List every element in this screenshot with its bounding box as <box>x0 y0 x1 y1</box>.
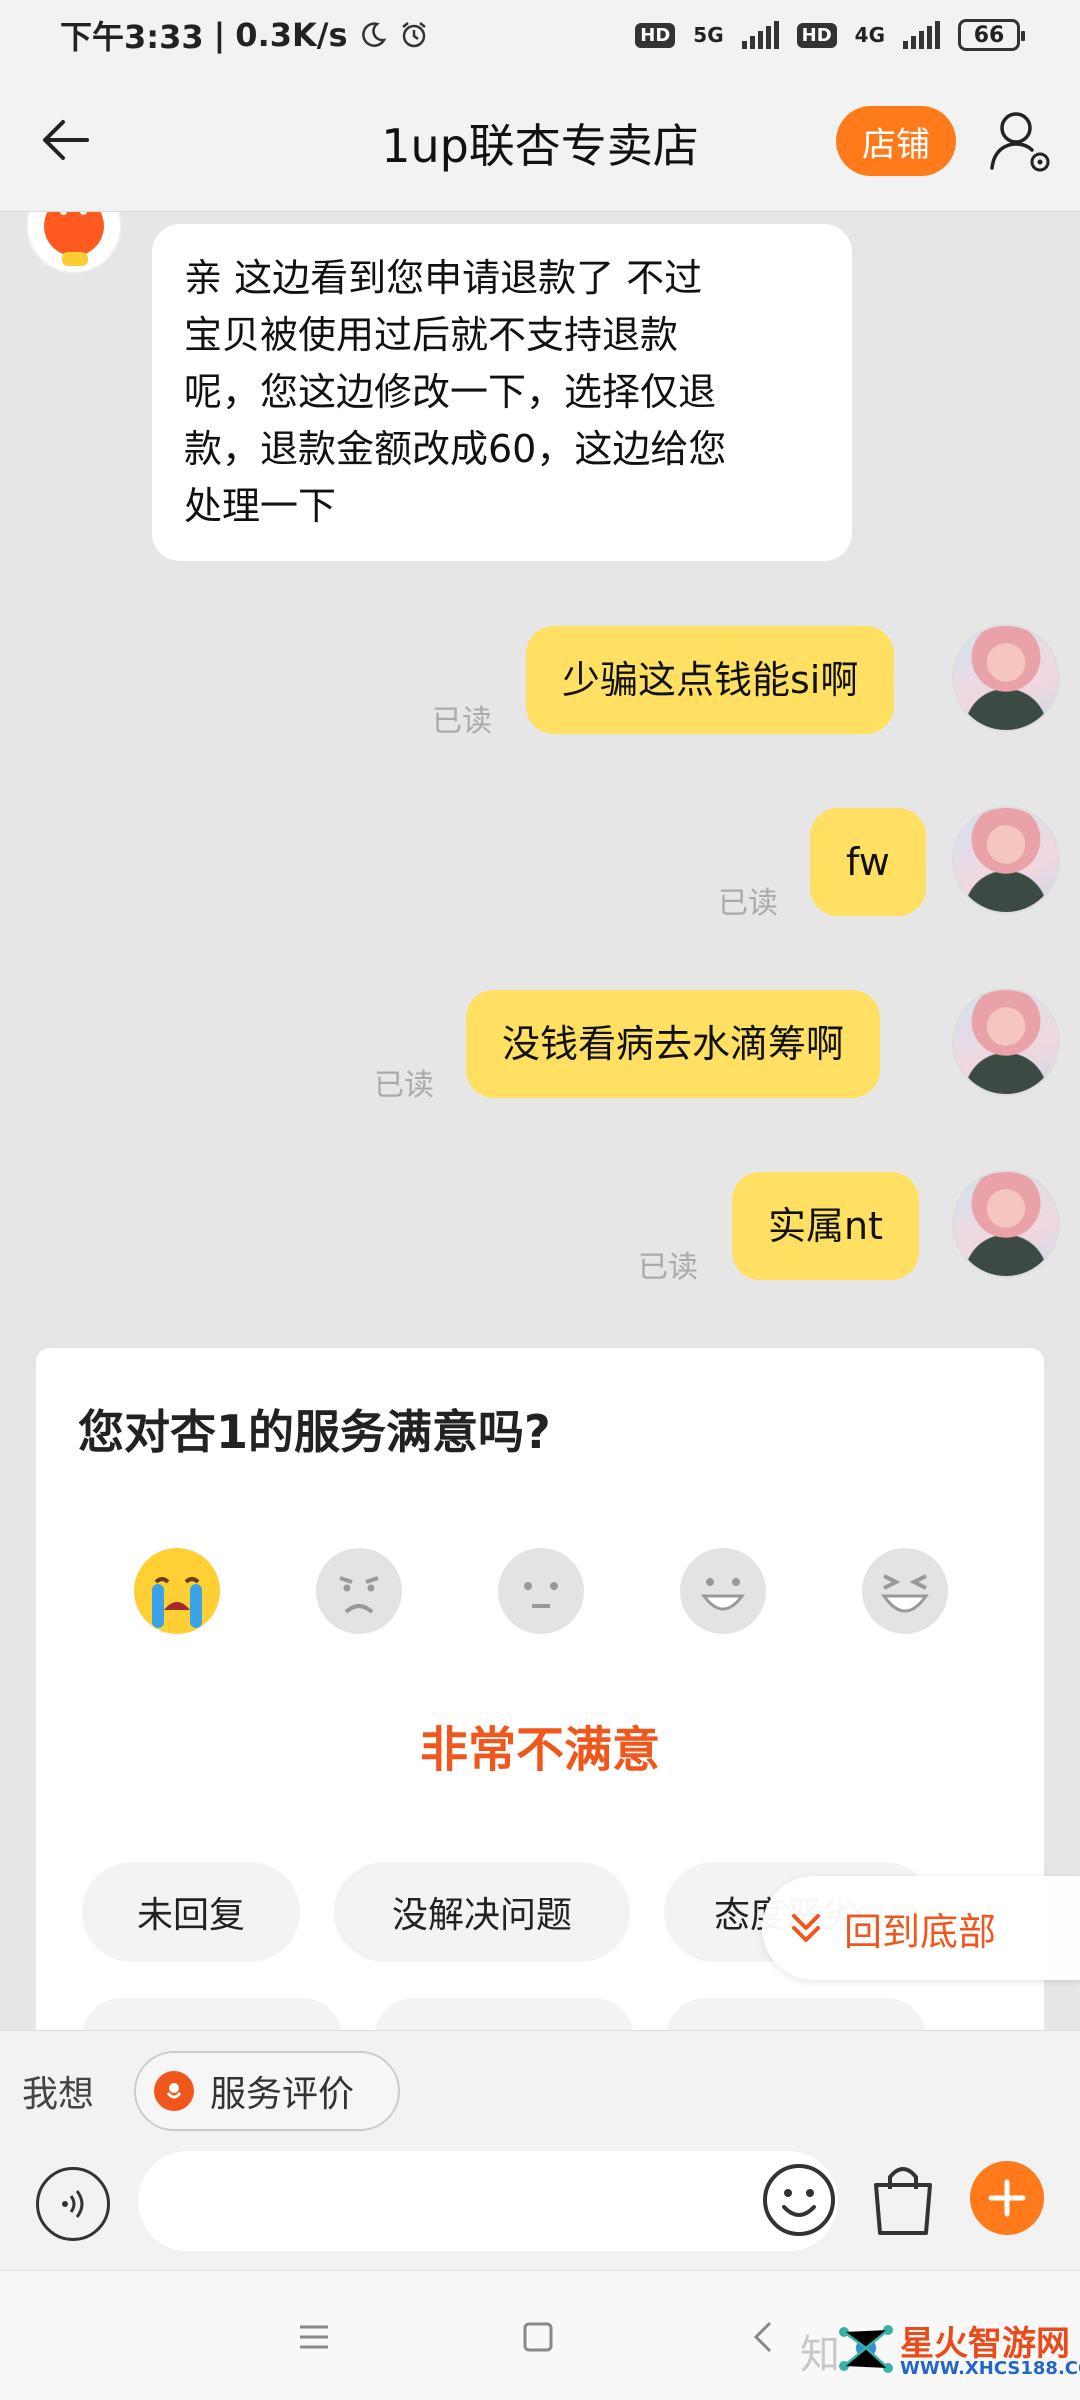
neutral-face-icon[interactable] <box>498 1548 584 1634</box>
tag-no-reply[interactable]: 未回复 <box>82 1862 300 1962</box>
read-receipt: 已读 <box>718 886 778 921</box>
frowning-face-icon[interactable] <box>316 1548 402 1634</box>
service-review-label: 服务评价 <box>210 2074 355 2115</box>
status-bar: 下午3:33 | 0.3K/s HD 5G HD 4G 66 <box>0 0 1080 70</box>
status-time: 下午3:33 <box>60 18 204 56</box>
message-line: 呢，您这边修改一下，选择仅退 <box>184 370 717 414</box>
store-button[interactable]: 店铺 <box>836 106 956 176</box>
tag-item[interactable] <box>82 1998 342 2030</box>
emoji-button[interactable] <box>760 2161 838 2239</box>
voice-icon <box>62 2190 84 2218</box>
chat-area[interactable]: 亲 这边看到您申请退款了 不过 宝贝被使用过后就不支持退款 呢，您这边修改一下，… <box>0 212 1080 2030</box>
read-receipt: 已读 <box>638 1250 698 1285</box>
moon-icon <box>358 20 388 50</box>
laughing-face-icon[interactable] <box>862 1548 948 1634</box>
signal-icon-2 <box>903 21 940 49</box>
tag-item[interactable] <box>666 1998 926 2030</box>
tag-unresolved[interactable]: 没解决问题 <box>334 1862 630 1962</box>
network-logo-icon <box>839 2325 893 2373</box>
user-avatar[interactable] <box>952 806 1060 914</box>
flower-icon <box>154 2071 194 2111</box>
crying-face-icon[interactable] <box>134 1548 220 1634</box>
outgoing-message[interactable]: fw <box>810 808 926 916</box>
zhihu-watermark: 知 <box>800 2332 840 2378</box>
status-divider: | <box>213 16 226 54</box>
user-settings-icon <box>990 112 1050 172</box>
smiley-icon <box>763 2164 835 2236</box>
network-5g-label: 5G <box>693 23 724 47</box>
home-button[interactable] <box>514 2313 562 2361</box>
message-line: 亲 这边看到您申请退款了 不过 <box>184 256 703 300</box>
shopping-bag-button[interactable] <box>866 2159 940 2239</box>
read-receipt: 已读 <box>374 1068 434 1103</box>
brand-watermark: 星火智游网 WWW.XHCS188.COM <box>836 2318 1080 2388</box>
square-icon <box>523 2322 553 2352</box>
message-line: 处理一下 <box>184 484 337 528</box>
user-settings-button[interactable] <box>986 106 1056 176</box>
network-4g-label: 4G <box>854 23 885 47</box>
double-chevron-down-icon <box>792 1914 820 1942</box>
incoming-message[interactable]: 亲 这边看到您申请退款了 不过 宝贝被使用过后就不支持退款 呢，您这边修改一下，… <box>152 224 852 561</box>
hd-badge-2: HD <box>796 22 837 48</box>
signal-icon-1 <box>741 21 779 49</box>
chat-header: 1up联杏专卖店 店铺 <box>0 70 1080 212</box>
input-panel: 我想 服务评价 <box>0 2030 1080 2270</box>
plus-icon <box>988 2179 1026 2217</box>
user-avatar[interactable] <box>952 1170 1060 1278</box>
battery-level: 66 <box>973 22 1005 48</box>
read-receipt: 已读 <box>432 704 492 739</box>
shopping-bag-icon <box>874 2167 932 2235</box>
user-avatar[interactable] <box>952 624 1060 732</box>
chevron-left-icon <box>753 2321 772 2353</box>
outgoing-message[interactable]: 没钱看病去水滴筹啊 <box>466 990 881 1098</box>
back-to-bottom-label: 回到底部 <box>844 1909 997 1954</box>
status-speed: 0.3K/s <box>235 16 348 54</box>
message-input[interactable] <box>138 2151 838 2251</box>
brand-url: WWW.XHCS188.COM <box>900 2358 1080 2379</box>
outgoing-message[interactable]: 实属nt <box>732 1172 919 1280</box>
hd-badge-1: HD <box>635 22 676 48</box>
satisfaction-question: 您对杏1的服务满意吗? <box>78 1405 551 1459</box>
selected-rating-label: 非常不满意 <box>419 1722 660 1778</box>
message-line: 款，退款金额改成60，这边给您 <box>184 427 727 471</box>
voice-input-button[interactable] <box>36 2167 110 2241</box>
back-nav-button[interactable] <box>740 2313 788 2361</box>
back-to-bottom-button[interactable]: 回到底部 <box>762 1876 1080 1980</box>
shop-avatar[interactable] <box>22 212 126 282</box>
bow-icon <box>62 252 88 266</box>
quick-prompt-label: 我想 <box>22 2074 95 2115</box>
battery-icon: 66 <box>958 19 1025 51</box>
service-review-chip[interactable]: 服务评价 <box>134 2051 400 2131</box>
menu-button[interactable] <box>290 2313 338 2361</box>
alarm-icon <box>398 19 430 51</box>
more-button[interactable] <box>970 2161 1044 2235</box>
tag-item[interactable] <box>374 1998 634 2030</box>
outgoing-message[interactable]: 少骗这点钱能si啊 <box>526 626 895 734</box>
message-line: 宝贝被使用过后就不支持退款 <box>184 313 679 357</box>
user-avatar[interactable] <box>952 988 1060 1096</box>
menu-icon <box>300 2325 328 2349</box>
smiling-face-icon[interactable] <box>680 1548 766 1634</box>
